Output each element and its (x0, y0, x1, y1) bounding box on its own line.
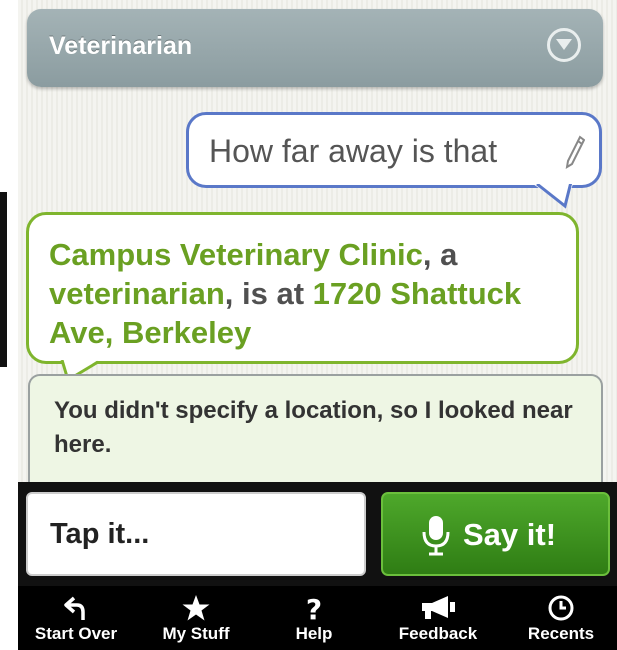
answer-category[interactable]: veterinarian (49, 276, 225, 311)
bottom-tab-bar: Start Over My Stuff ? Help Feedback Rece… (18, 586, 617, 650)
user-query-text: How far away is that (209, 133, 498, 169)
tab-my-stuff[interactable]: My Stuff (136, 586, 256, 650)
tab-help[interactable]: ? Help (254, 586, 374, 650)
app-screen: Veterinarian How far away is that Campus… (18, 0, 617, 650)
assistant-answer-bubble: Campus Veterinary Clinic, a veterinarian… (26, 212, 579, 364)
tab-label: My Stuff (162, 624, 230, 643)
say-it-button[interactable]: Say it! (381, 492, 610, 576)
answer-separator: , a (422, 237, 458, 272)
input-bar: Tap it... Say it! (18, 482, 617, 586)
clock-icon (548, 595, 574, 621)
tab-label: Help (295, 624, 333, 643)
megaphone-icon (422, 596, 455, 619)
tab-label: Feedback (398, 624, 478, 643)
category-header[interactable]: Veterinarian (27, 9, 603, 87)
location-note-text: You didn't specify a location, so I look… (54, 397, 573, 458)
tap-it-label: Tap it... (50, 518, 150, 550)
answer-separator: , is at (224, 276, 313, 311)
microphone-icon (422, 516, 450, 556)
category-label: Veterinarian (49, 32, 193, 60)
left-edge-dark-strip (0, 192, 7, 367)
user-bubble-tail (533, 184, 573, 209)
answer-place-name[interactable]: Campus Veterinary Clinic (49, 237, 423, 272)
tab-label: Recents (527, 624, 595, 643)
tab-feedback[interactable]: Feedback (378, 586, 498, 650)
question-icon: ? (306, 594, 322, 622)
star-icon (182, 595, 210, 621)
svg-text:?: ? (306, 594, 322, 622)
tab-start-over[interactable]: Start Over (18, 586, 136, 650)
chevron-down-icon[interactable] (547, 28, 581, 62)
tab-label: Start Over (34, 624, 118, 643)
tab-recents[interactable]: Recents (501, 586, 617, 650)
say-it-label: Say it! (463, 517, 557, 552)
answer-text: Campus Veterinary Clinic, a veterinarian… (49, 235, 569, 352)
undo-icon (64, 596, 85, 620)
user-query-bubble[interactable]: How far away is that (186, 112, 602, 188)
tap-it-input[interactable]: Tap it... (26, 492, 366, 576)
pencil-icon[interactable] (565, 135, 586, 174)
